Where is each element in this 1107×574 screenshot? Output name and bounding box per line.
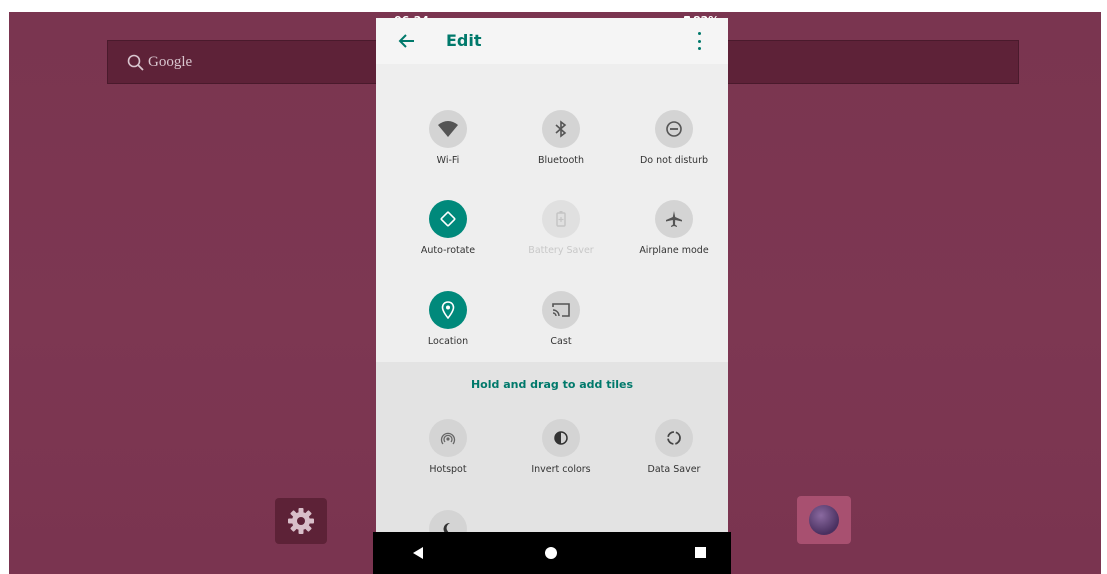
- bluetooth-icon: [542, 110, 580, 148]
- tile-label: Invert colors: [531, 464, 591, 475]
- tile-label: Airplane mode: [639, 245, 709, 256]
- page-title: Edit: [446, 31, 482, 50]
- tile-label: Cast: [550, 336, 572, 347]
- photo-thumbnail: [809, 505, 839, 535]
- airplane-icon: [655, 200, 693, 238]
- tile-wifi[interactable]: Wi-Fi: [393, 110, 503, 180]
- tile-label: Data Saver: [647, 464, 701, 475]
- tile-location[interactable]: Location: [393, 291, 503, 361]
- wifi-icon: [429, 110, 467, 148]
- edit-toolbar: Edit: [376, 18, 728, 64]
- search-icon: [127, 54, 144, 71]
- data-saver-icon: [655, 419, 693, 457]
- back-arrow-icon[interactable]: [396, 30, 418, 52]
- tile-label: Hotspot: [429, 464, 467, 475]
- auto-rotate-icon: [429, 200, 467, 238]
- battery-saver-icon: [542, 200, 580, 238]
- navigation-bar: [373, 532, 731, 574]
- more-options-icon[interactable]: [696, 32, 702, 50]
- tile-label: Bluetooth: [537, 155, 585, 166]
- gear-icon: [288, 508, 314, 534]
- tile-auto-rotate[interactable]: Auto-rotate: [393, 200, 503, 270]
- tile-invert-colors[interactable]: Invert colors: [506, 419, 616, 489]
- tile-cast[interactable]: Cast: [506, 291, 616, 361]
- quick-settings-edit-panel: Edit Wi-Fi Bluetooth Do not disturb Auto…: [376, 18, 728, 542]
- tile-data-saver[interactable]: Data Saver: [619, 419, 728, 489]
- tile-battery-saver[interactable]: Battery Saver: [506, 200, 616, 270]
- search-bar-label: Google: [148, 54, 193, 70]
- tile-label: Wi-Fi: [436, 155, 460, 166]
- invert-colors-icon: [542, 419, 580, 457]
- gallery-app-icon[interactable]: [797, 496, 851, 544]
- tile-label: Auto-rotate: [420, 245, 476, 256]
- nav-back-button[interactable]: [413, 547, 423, 559]
- tile-label: Do not disturb: [639, 155, 709, 166]
- tile-bluetooth[interactable]: Bluetooth: [506, 110, 616, 180]
- do-not-disturb-icon: [655, 110, 693, 148]
- nav-home-button[interactable]: [545, 547, 557, 559]
- add-tiles-hint: Hold and drag to add tiles: [470, 378, 634, 391]
- hotspot-icon: [429, 419, 467, 457]
- nav-recents-button[interactable]: [695, 547, 706, 558]
- cast-icon: [542, 291, 580, 329]
- tile-label: Location: [427, 336, 469, 347]
- tile-label: Battery Saver: [528, 245, 594, 256]
- tile-do-not-disturb[interactable]: Do not disturb: [619, 110, 728, 180]
- location-icon: [429, 291, 467, 329]
- tile-airplane-mode[interactable]: Airplane mode: [619, 200, 728, 270]
- settings-app-icon[interactable]: [275, 498, 327, 544]
- tile-hotspot[interactable]: Hotspot: [393, 419, 503, 489]
